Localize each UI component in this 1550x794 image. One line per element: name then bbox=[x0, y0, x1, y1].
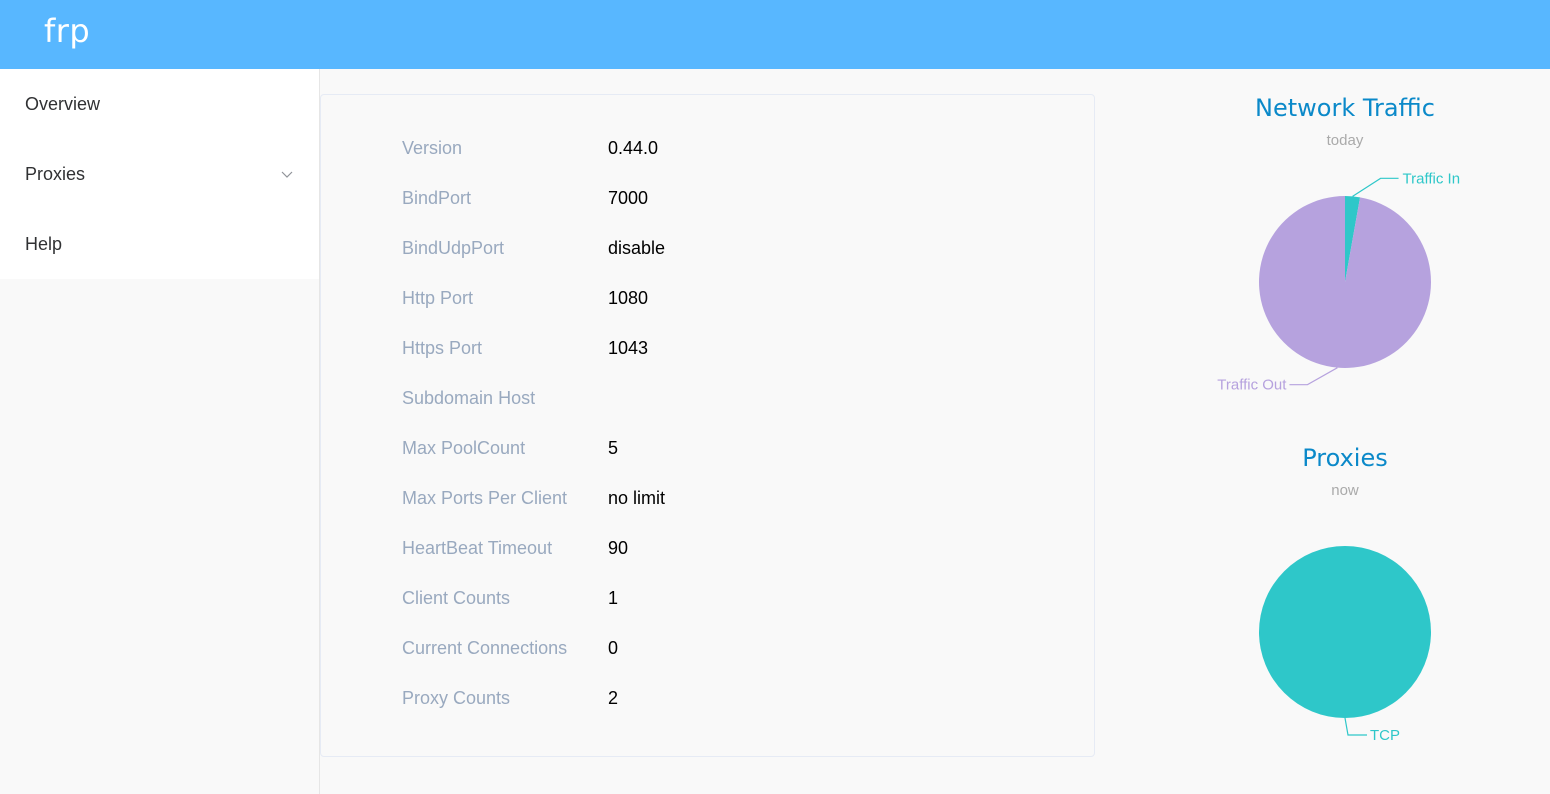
network-traffic-pie-chart[interactable]: Traffic In Traffic Out bbox=[1160, 150, 1530, 410]
sidebar-item-help[interactable]: Help bbox=[0, 209, 319, 279]
sidebar-menu: Overview Proxies Help bbox=[0, 69, 320, 279]
info-label: Max PoolCount bbox=[402, 438, 526, 458]
network-traffic-subtitle: today bbox=[1326, 132, 1364, 149]
info-label: Max Ports Per Client bbox=[402, 488, 568, 508]
pie-label-line bbox=[1289, 367, 1338, 386]
pie-slice-traffic-out[interactable] bbox=[1259, 196, 1431, 368]
proxies-chart-subtitle: now bbox=[1331, 482, 1359, 499]
app-logo[interactable]: frp bbox=[44, 12, 90, 50]
sidebar-item-label: Help bbox=[25, 234, 63, 254]
pie-label-line bbox=[1344, 717, 1367, 736]
server-info-card: Version 0.44.0 BindPort 7000 BindUdpPort disa… bbox=[320, 94, 1095, 757]
proxies-pie-chart[interactable]: TCP bbox=[1160, 500, 1530, 760]
info-value: 5 bbox=[608, 438, 619, 458]
info-label: Client Counts bbox=[402, 588, 511, 608]
info-label: Current Connections bbox=[402, 638, 568, 658]
sidebar-item-label: Proxies bbox=[25, 164, 86, 184]
pie-label: Traffic Out bbox=[1217, 377, 1287, 394]
info-label: Subdomain Host bbox=[402, 388, 536, 408]
top-header: frp bbox=[0, 0, 1550, 69]
info-value: 1080 bbox=[608, 288, 649, 308]
info-label: Proxy Counts bbox=[402, 688, 511, 708]
sidebar-item-label: Overview bbox=[25, 94, 101, 114]
sidebar-item-overview[interactable]: Overview bbox=[0, 69, 319, 139]
info-value: 1043 bbox=[608, 338, 649, 358]
info-label: Http Port bbox=[402, 288, 474, 308]
info-value: 1 bbox=[608, 588, 619, 608]
info-label: HeartBeat Timeout bbox=[402, 538, 553, 558]
info-value: 0.44.0 bbox=[608, 138, 659, 158]
info-value: 7000 bbox=[608, 188, 649, 208]
info-label: Version bbox=[402, 138, 463, 158]
pie-slice-tcp[interactable] bbox=[1259, 546, 1431, 718]
info-value: 90 bbox=[608, 538, 629, 558]
sidebar-item-proxies[interactable]: Proxies bbox=[0, 139, 319, 209]
info-label: BindUdpPort bbox=[402, 238, 505, 258]
proxies-chart-title: Proxies bbox=[1302, 444, 1388, 472]
pie-label-line bbox=[1352, 177, 1399, 197]
info-label: Https Port bbox=[402, 338, 483, 358]
pie-label: Traffic In bbox=[1403, 170, 1461, 187]
info-value: 0 bbox=[608, 638, 619, 658]
network-traffic-title: Network Traffic bbox=[1255, 94, 1435, 122]
info-value: disable bbox=[608, 238, 666, 258]
pie-label: TCP bbox=[1370, 727, 1400, 744]
info-label: BindPort bbox=[402, 188, 472, 208]
info-value: 2 bbox=[608, 688, 619, 708]
info-value: no limit bbox=[608, 488, 666, 508]
chevron-down-icon bbox=[281, 139, 293, 209]
